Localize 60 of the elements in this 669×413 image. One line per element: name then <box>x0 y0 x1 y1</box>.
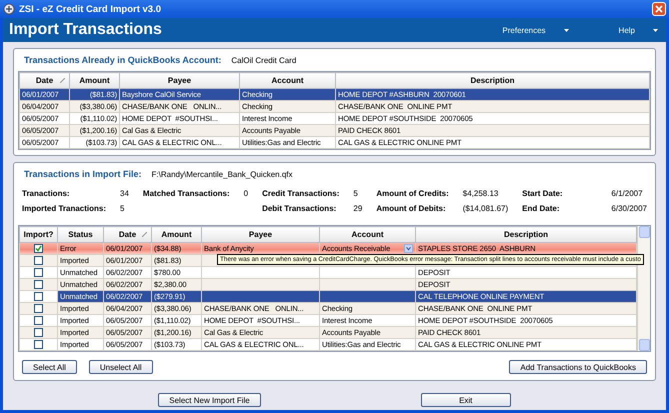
stat-label: End Date: <box>522 204 560 213</box>
stat-value: 6/30/2007 <box>611 204 647 213</box>
checkbox[interactable] <box>34 292 43 301</box>
checkbox[interactable] <box>34 340 43 349</box>
select-button[interactable]: Unselect All <box>88 360 153 374</box>
stat-value: 29 <box>353 204 362 213</box>
checkbox[interactable] <box>34 280 43 289</box>
stat-value: 0 <box>244 189 248 198</box>
sort-icon <box>60 78 65 83</box>
dropdown-arrow-icon <box>404 244 413 253</box>
column-header[interactable]: Description <box>416 226 636 242</box>
stat-label: Tranactions: <box>22 189 71 198</box>
column-header[interactable]: Amount <box>70 72 120 88</box>
checkbox[interactable] <box>34 268 43 277</box>
column-header[interactable]: Account <box>240 72 336 88</box>
menu-item[interactable]: Preferences <box>502 26 569 34</box>
stat-value: ($14,081.67) <box>462 204 508 213</box>
footer-button[interactable]: Exit <box>420 393 511 407</box>
close-icon <box>655 5 663 13</box>
section-heading: Transactions Already in QuickBooks Account: <box>24 55 222 65</box>
stat-value: 5 <box>353 189 359 198</box>
menu-item[interactable]: Help <box>618 26 658 34</box>
add-button[interactable]: Add Transactions to QuickBooks <box>509 360 647 374</box>
footer-button[interactable]: Select New Import File <box>158 393 261 407</box>
column-header[interactable]: Date <box>20 72 70 88</box>
caret-icon <box>653 28 658 32</box>
stat-value: 34 <box>120 189 129 198</box>
stat-label: Debit Transactions: <box>262 204 338 213</box>
column-header[interactable]: Amount <box>152 226 202 242</box>
column-header[interactable]: Payee <box>120 72 240 88</box>
checkbox[interactable] <box>34 256 43 265</box>
column-header[interactable]: Account <box>320 226 416 242</box>
stat-label: Imported Tranactions: <box>22 204 106 213</box>
account-name: CalOil Credit Card <box>231 56 296 65</box>
file-path: F:\Randy\Mercantile_Bank_Quicken.qfx <box>152 170 292 179</box>
column-header[interactable]: Date <box>104 226 152 242</box>
column-header[interactable]: Import? <box>20 226 58 242</box>
stat-value: 5 <box>120 204 126 213</box>
column-header[interactable]: Payee <box>202 226 320 242</box>
caret-icon <box>564 28 569 32</box>
stat-value: $4,258.13 <box>462 189 500 198</box>
checkbox[interactable] <box>34 304 43 313</box>
stat-label: Amount of Debits: <box>376 204 447 213</box>
checkbox[interactable] <box>34 328 43 337</box>
stat-value: 6/1/2007 <box>611 189 644 198</box>
page-title: Import Transactions <box>9 21 163 39</box>
column-header[interactable]: Description <box>336 72 650 88</box>
checkbox[interactable] <box>34 316 43 325</box>
stat-label: Start Date: <box>522 189 563 198</box>
window-title: ZSI - eZ Credit Card Import v3.0 <box>19 4 162 14</box>
stat-label: Credit Transactions: <box>262 189 340 198</box>
section-heading: Transactions in Import File: <box>24 169 142 179</box>
stat-label: Amount of Credits: <box>376 189 449 198</box>
stat-label: Matched Transactions: <box>142 189 230 198</box>
app-icon <box>3 3 15 15</box>
select-button[interactable]: Select All <box>22 360 77 374</box>
close-button[interactable] <box>652 2 666 16</box>
sort-icon <box>142 232 147 237</box>
column-header[interactable]: Status <box>58 226 104 242</box>
checkbox[interactable] <box>34 244 43 253</box>
